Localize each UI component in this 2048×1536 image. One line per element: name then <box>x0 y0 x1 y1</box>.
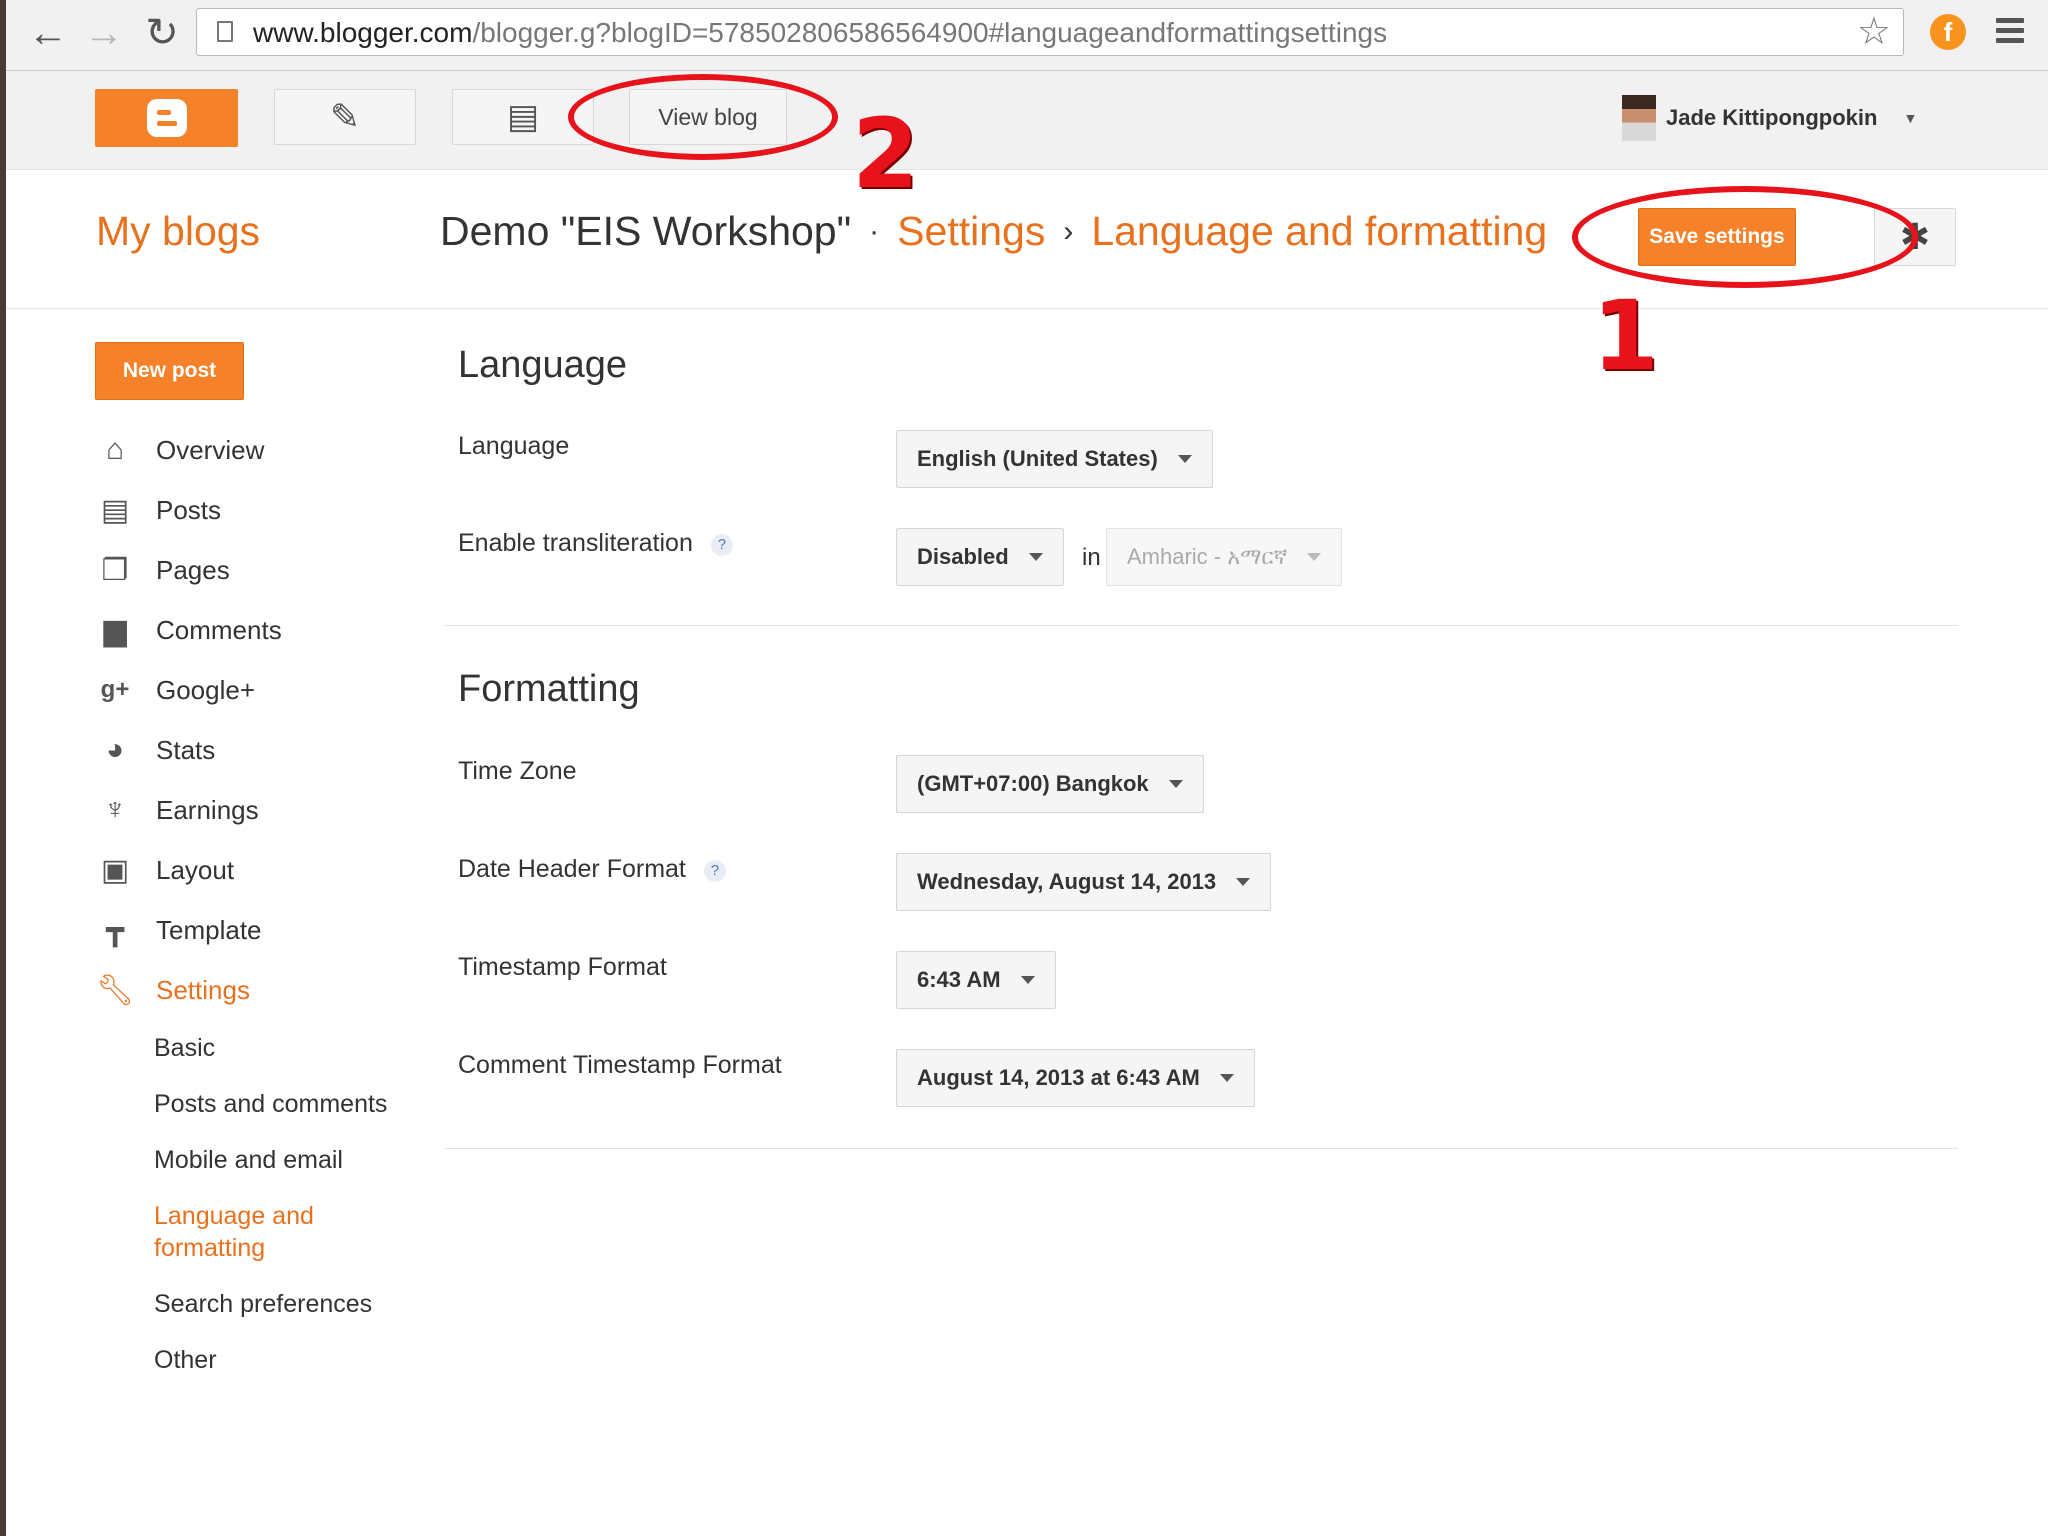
help-icon[interactable]: ? <box>710 534 733 556</box>
chevron-down-icon <box>1168 780 1183 788</box>
template-icon: ┳ <box>105 913 125 947</box>
chevron-down-icon <box>1177 455 1192 463</box>
transliteration-select[interactable]: Disabled <box>896 528 1064 586</box>
home-icon: ⌂ <box>105 433 125 466</box>
extension-icon[interactable]: f <box>1930 14 1966 50</box>
url-text: www.blogger.com/blogger.g?blogID=5785028… <box>253 17 1388 48</box>
blogger-logo-icon <box>146 99 187 137</box>
sidebar-item-settings[interactable]: 🔧︎ Settings <box>96 970 250 1010</box>
timezone-label: Time Zone <box>458 757 577 785</box>
breadcrumb-blog-title: Demo "EIS Workshop" <box>440 208 852 254</box>
sidebar-item-comments[interactable]: ▆ Comments <box>96 610 281 650</box>
wrench-icon: 🔧︎ <box>95 973 135 1007</box>
google-plus-icon: g+ <box>100 676 130 703</box>
browser-toolbar: ← → ↻ www.blogger.com/blogger.g?blogID=5… <box>6 0 2048 71</box>
pages-icon: ❐ <box>101 553 129 587</box>
trophy-icon: ♆ <box>103 793 127 826</box>
timestamp-label: Timestamp Format <box>458 953 667 981</box>
address-bar[interactable]: www.blogger.com/blogger.g?blogID=5785028… <box>196 8 1904 56</box>
language-section-title: Language <box>458 344 628 386</box>
annotation-number-1: 1 <box>1592 280 1659 392</box>
annotation-circle-view-blog <box>568 74 838 160</box>
blogger-logo-button[interactable] <box>95 89 238 147</box>
chevron-down-icon: ▼ <box>1903 110 1918 126</box>
comment-timestamp-select[interactable]: August 14, 2013 at 6:43 AM <box>896 1049 1255 1107</box>
new-post-pencil-button[interactable]: ✎ <box>274 89 416 145</box>
in-label: in <box>1082 544 1101 571</box>
chevron-down-icon <box>1307 553 1322 561</box>
comments-icon: ▆ <box>103 613 127 647</box>
chevron-down-icon <box>1028 553 1043 561</box>
formatting-section-title: Formatting <box>458 668 640 710</box>
sidebar-subitem-search-preferences[interactable]: Search preferences <box>154 1288 372 1320</box>
divider <box>6 308 2048 309</box>
pencil-icon: ✎ <box>329 96 361 137</box>
breadcrumb: Demo "EIS Workshop" · Settings › Language an… <box>440 208 1547 255</box>
date-header-select[interactable]: Wednesday, August 14, 2013 <box>896 853 1272 911</box>
timezone-select[interactable]: (GMT+07:00) Bangkok <box>896 755 1204 813</box>
sidebar-subitem-basic[interactable]: Basic <box>154 1032 215 1064</box>
sidebar-item-overview[interactable]: ⌂ Overview <box>96 430 264 470</box>
sidebar-item-layout[interactable]: ▣ Layout <box>96 850 234 890</box>
chevron-down-icon <box>1236 878 1251 886</box>
sidebar-item-posts[interactable]: ▤ Posts <box>96 490 221 530</box>
stats-icon: ◕ <box>105 733 125 766</box>
sidebar-subitem-language-and-formatting[interactable]: Language and formatting <box>154 1200 354 1264</box>
sidebar-item-pages[interactable]: ❐ Pages <box>96 550 230 590</box>
layout-icon: ▣ <box>100 853 130 887</box>
sidebar-subitem-other[interactable]: Other <box>154 1344 217 1376</box>
chevron-down-icon <box>1219 1074 1234 1082</box>
sidebar-subitem-mobile-and-email[interactable]: Mobile and email <box>154 1144 343 1176</box>
browser-menu-icon[interactable] <box>1996 18 2024 48</box>
transliteration-language-select: Amharic - አማርኛ <box>1106 528 1343 586</box>
section-divider <box>444 1148 1958 1149</box>
breadcrumb-separator: › <box>1063 215 1074 248</box>
avatar <box>1622 95 1656 141</box>
back-icon[interactable]: ← <box>26 10 70 56</box>
sidebar-item-stats[interactable]: ◕ Stats <box>96 730 215 770</box>
sidebar-item-google-plus[interactable]: g+ Google+ <box>96 670 255 710</box>
account-menu[interactable]: Jade Kittipongpokin ▼ <box>1622 95 1917 141</box>
sidebar-subitem-posts-and-comments[interactable]: Posts and comments <box>154 1088 387 1120</box>
sidebar-item-template[interactable]: ┳ Template <box>96 910 262 950</box>
annotation-circle-save-settings <box>1572 186 1918 288</box>
language-label: Language <box>458 432 570 460</box>
language-select[interactable]: English (United States) <box>896 430 1213 488</box>
forward-icon[interactable]: → <box>82 10 126 56</box>
breadcrumb-settings[interactable]: Settings <box>897 208 1045 254</box>
breadcrumb-separator: · <box>869 215 880 248</box>
bookmark-star-icon[interactable]: ☆ <box>1857 9 1891 54</box>
help-icon[interactable]: ? <box>703 860 726 882</box>
chevron-down-icon <box>1020 976 1035 984</box>
page-icon <box>217 21 233 42</box>
posts-icon: ▤ <box>100 493 130 527</box>
timestamp-select[interactable]: 6:43 AM <box>896 951 1056 1009</box>
transliteration-label: Enable transliteration? <box>458 529 733 558</box>
user-name: Jade Kittipongpokin <box>1666 105 1878 130</box>
posts-list-icon: ▤ <box>506 98 540 136</box>
sidebar-item-earnings[interactable]: ♆ Earnings <box>96 790 259 830</box>
comment-timestamp-label: Comment Timestamp Format <box>458 1051 782 1079</box>
breadcrumb-current: Language and formatting <box>1091 208 1548 254</box>
browser-window: ← → ↻ www.blogger.com/blogger.g?blogID=5… <box>6 0 2048 1536</box>
section-divider <box>444 625 1958 626</box>
date-header-label: Date Header Format? <box>458 855 726 884</box>
my-blogs-link[interactable]: My blogs <box>96 208 260 255</box>
blogger-topbar: ✎ ▤ View blog Jade Kittipongpokin ▼ <box>6 71 2048 170</box>
annotation-number-2: 2 <box>852 98 919 210</box>
reload-icon[interactable]: ↻ <box>140 10 184 56</box>
new-post-button[interactable]: New post <box>95 342 244 400</box>
